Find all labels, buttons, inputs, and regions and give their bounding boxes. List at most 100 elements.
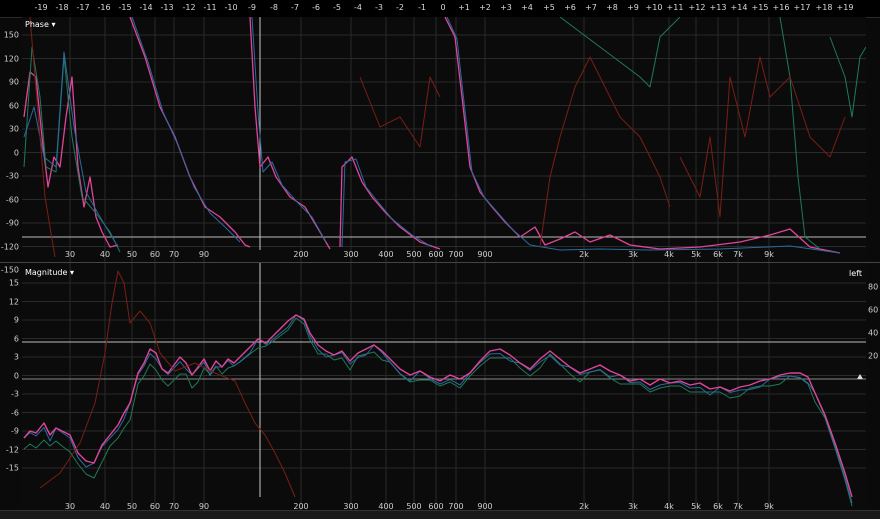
frequency-label: 2k xyxy=(579,250,589,259)
frequency-label: 900 xyxy=(477,250,493,259)
y-axis-label: 150 xyxy=(3,30,19,40)
y-axis-label: 15 xyxy=(8,278,19,288)
ruler-tick-label: +15 xyxy=(751,3,769,12)
y-axis-label: 90 xyxy=(8,77,19,87)
ruler-tick-label: +10 xyxy=(645,3,663,12)
magnitude-panel: 15 12 9 6 3 0 -3 -6 -9 -12 -15 Magnitude ▾ left 80… xyxy=(0,262,880,511)
frequency-label: 90 xyxy=(198,250,210,259)
y-axis-label: 0 xyxy=(13,371,19,380)
ruler-tick-label: -13 xyxy=(160,3,174,12)
y-axis-label: -15 xyxy=(5,463,19,473)
ruler-tick-label: +6 xyxy=(564,3,576,12)
right-axis-label: 20 xyxy=(868,351,879,361)
y-axis-label: -120 xyxy=(0,242,19,251)
ruler-tick-label: +12 xyxy=(688,3,706,12)
frequency-label: 400 xyxy=(378,250,394,259)
ruler-tick-label: -15 xyxy=(118,3,132,12)
ruler-tick-label: +14 xyxy=(730,3,748,12)
y-axis-label: -6 xyxy=(11,408,19,417)
frequency-label: 70 xyxy=(168,250,180,259)
ruler-tick-label: +1 xyxy=(458,3,470,12)
ruler-tick-label: +8 xyxy=(606,3,618,12)
right-axis-label: 80 xyxy=(868,282,879,292)
ruler-tick-label: -12 xyxy=(182,3,196,12)
phase-dropdown[interactable]: Phase ▾ xyxy=(25,20,55,29)
ruler-tick-label: -6 xyxy=(312,3,320,12)
ruler-tick-label: -10 xyxy=(224,3,238,12)
frequency-label: 700 xyxy=(448,250,464,259)
semitone-ruler[interactable]: -19 -18 -17 -16 -15 -14 -13 -12 -11 -10 -9 -8 -7 -6 -5… xyxy=(0,0,880,18)
frequency-label: 30 xyxy=(64,250,76,259)
frequency-label: 300 xyxy=(343,250,359,259)
ruler-tick-label: 0 xyxy=(440,3,446,12)
frequency-label: 5k xyxy=(691,250,701,259)
ruler-tick-label: +9 xyxy=(627,3,639,12)
right-axis-label: 60 xyxy=(868,305,879,315)
ruler-tick-label: -11 xyxy=(203,3,217,12)
y-axis-label: 30 xyxy=(8,124,19,134)
frequency-label: 60 xyxy=(149,250,161,259)
ruler-tick-label: -9 xyxy=(248,3,256,12)
ruler-tick-label: +19 xyxy=(836,3,854,12)
y-axis-label: -30 xyxy=(5,171,19,181)
level-marker-icon[interactable] xyxy=(857,374,863,379)
phase-plot[interactable] xyxy=(22,17,866,262)
frequency-label: 7k xyxy=(733,250,743,259)
magnitude-plot[interactable] xyxy=(22,263,866,511)
ruler-tick-label: -4 xyxy=(354,3,362,12)
ruler-tick-label: +11 xyxy=(666,3,684,12)
y-axis-label: 12 xyxy=(8,297,19,306)
frequency-label: 50 xyxy=(126,250,138,259)
y-axis-label: -9 xyxy=(11,426,19,436)
magnitude-title: Magnitude xyxy=(25,268,68,277)
ruler-tick-label: +17 xyxy=(793,3,811,12)
ruler-tick-label: -3 xyxy=(375,3,383,12)
ruler-tick-label: +16 xyxy=(772,3,790,12)
magnitude-graph[interactable] xyxy=(22,263,866,511)
y-axis-label: -90 xyxy=(5,218,19,228)
frequency-label: 3k xyxy=(628,250,638,259)
frequency-label: 200 xyxy=(293,250,309,259)
channel-label: left xyxy=(849,269,862,278)
phase-title: Phase xyxy=(25,20,49,29)
magnitude-dropdown[interactable]: Magnitude ▾ xyxy=(25,268,74,277)
ruler-tick-label: -18 xyxy=(55,3,69,12)
y-axis-label: 120 xyxy=(3,54,19,63)
frequency-label: 4k xyxy=(664,250,674,259)
ruler-tick-label: +7 xyxy=(585,3,597,12)
y-axis-label: -3 xyxy=(11,389,19,399)
ruler-tick-label: -7 xyxy=(291,3,299,12)
y-axis-label: 0 xyxy=(13,148,19,157)
frequency-label: 600 xyxy=(428,250,444,259)
frequency-label: 500 xyxy=(406,250,422,259)
ruler-tick-label: -2 xyxy=(396,3,404,12)
ruler-tick-label: -17 xyxy=(76,3,90,12)
triangle-down-icon: ▾ xyxy=(69,268,74,277)
y-axis-label: 9 xyxy=(13,315,19,325)
frequency-label: 40 xyxy=(99,250,111,259)
frequency-label: 9k xyxy=(764,250,774,259)
ruler-tick-label: +13 xyxy=(709,3,727,12)
ruler-tick-label: -5 xyxy=(333,3,341,12)
y-axis-label: 3 xyxy=(13,352,19,362)
analyzer-window: -19 -18 -17 -16 -15 -14 -13 -12 -11 -10 -9 -8 -7 -6 -5… xyxy=(0,0,880,519)
triangle-down-icon: ▾ xyxy=(51,20,56,29)
phase-panel: 150 120 90 60 30 0 -30 -60 -90 -120 -150 Phase ▾ 3… xyxy=(0,17,880,275)
ruler-tick-label: +18 xyxy=(815,3,833,12)
frequency-label: 6k xyxy=(713,250,723,259)
ruler-tick-label: +2 xyxy=(479,3,491,12)
y-axis-label: 60 xyxy=(8,101,19,110)
ruler-tick-label: -14 xyxy=(139,3,153,12)
phase-graph[interactable] xyxy=(22,17,866,262)
ruler-tick-label: +4 xyxy=(521,3,533,12)
y-axis-label: -12 xyxy=(5,445,19,454)
ruler-tick-label: -19 xyxy=(34,3,48,12)
y-axis-label: -60 xyxy=(5,195,19,204)
ruler-tick-label: -1 xyxy=(418,3,426,12)
ruler-tick-label: -16 xyxy=(97,3,111,12)
right-axis-label: 40 xyxy=(868,328,879,338)
y-axis-label: 6 xyxy=(13,334,19,343)
ruler-tick-label: -8 xyxy=(270,3,278,12)
ruler-tick-label: +3 xyxy=(500,3,512,12)
ruler-tick-label: +5 xyxy=(543,3,555,12)
